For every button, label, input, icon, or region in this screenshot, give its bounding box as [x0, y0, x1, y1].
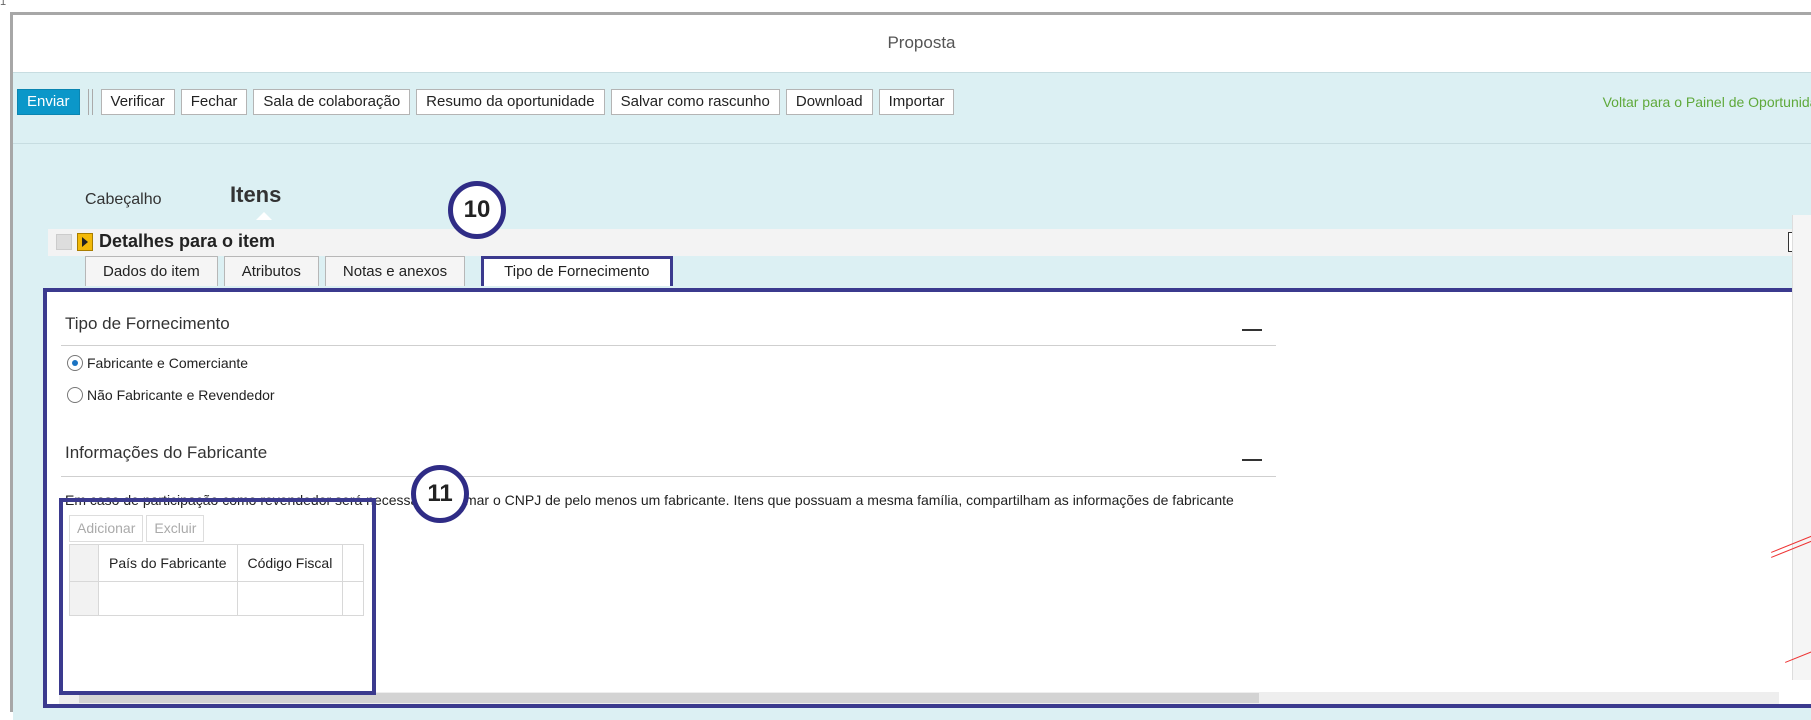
horizontal-scrollbar[interactable] [59, 692, 1779, 704]
row-selector[interactable] [69, 581, 99, 616]
tab-tipo-fornecimento[interactable]: Tipo de Fornecimento [481, 256, 673, 286]
active-tab-caret [256, 212, 272, 220]
vertical-scrollbar[interactable] [1792, 215, 1811, 680]
toolbar-divider [13, 143, 1811, 144]
excluir-button[interactable]: Excluir [146, 515, 205, 542]
column-codigo-fiscal[interactable]: Código Fiscal [236, 544, 344, 582]
sala-colaboracao-button[interactable]: Sala de colaboração [253, 89, 411, 115]
item-details-area: Detalhes para o item ✕ Dados do item Atr… [13, 220, 1811, 720]
manufacturer-table: País do Fabricante Código Fiscal [69, 544, 365, 616]
back-to-dashboard-link[interactable]: Voltar para o Painel de Oportunidades [1603, 94, 1811, 110]
row-selector-header[interactable] [69, 544, 99, 582]
previous-item-icon[interactable] [56, 234, 72, 250]
toolbar: Enviar Verificar Fechar Sala de colabora… [13, 72, 1811, 169]
verificar-button[interactable]: Verificar [100, 89, 175, 115]
tab-atributos[interactable]: Atributos [223, 256, 319, 286]
corner-mark: 1 [0, 0, 7, 8]
tab-cabecalho[interactable]: Cabeçalho [85, 191, 162, 209]
enviar-button[interactable]: Enviar [17, 89, 80, 115]
tab-dados-item[interactable]: Dados do item [85, 256, 218, 286]
title-bar: Proposta [13, 15, 1811, 72]
radio-fabricante[interactable] [67, 355, 83, 371]
radio-revendedor-label: Não Fabricante e Revendedor [87, 387, 275, 403]
callout-11: 11 [411, 465, 469, 523]
main-tabs: Cabeçalho Itens [13, 168, 1811, 221]
radio-fabricante-row[interactable]: Fabricante e Comerciante [67, 355, 248, 371]
table-cell[interactable] [98, 581, 238, 616]
table-cell[interactable] [236, 581, 344, 616]
manufacturer-section-title: Informações do Fabricante [65, 443, 268, 462]
table-header-row: País do Fabricante Código Fiscal [69, 544, 365, 582]
window-title: Proposta [887, 33, 956, 52]
next-item-icon[interactable] [77, 233, 93, 251]
salvar-rascunho-button[interactable]: Salvar como rascunho [610, 89, 780, 115]
tab-itens[interactable]: Itens [230, 182, 281, 208]
download-button[interactable]: Download [785, 89, 873, 115]
toolbar-separator [87, 89, 93, 115]
radio-fabricante-label: Fabricante e Comerciante [87, 355, 249, 371]
callout-10: 10 [448, 181, 506, 239]
proposal-window: Proposta Enviar Verificar Fechar Sala de… [10, 12, 1811, 720]
resumo-oportunidade-button[interactable]: Resumo da oportunidade [416, 89, 605, 115]
supply-type-panel: Tipo de Fornecimento Fabricante e Comerc… [43, 288, 1811, 708]
fechar-button[interactable]: Fechar [180, 89, 248, 115]
supply-divider [61, 345, 1276, 346]
manufacturer-divider [61, 476, 1276, 477]
details-title: Detalhes para o item [99, 231, 276, 251]
tab-notas-anexos[interactable]: Notas e anexos [324, 256, 466, 286]
table-cell [342, 581, 365, 616]
adicionar-button[interactable]: Adicionar [69, 515, 144, 542]
details-header: Detalhes para o item ✕ [48, 229, 1811, 256]
column-filler [342, 544, 365, 582]
collapse-supply-icon[interactable] [1242, 329, 1262, 331]
toolbar-buttons: Enviar Verificar Fechar Sala de colabora… [17, 89, 960, 115]
table-row[interactable] [69, 581, 365, 616]
manufacturer-actions: Adicionar Excluir [69, 515, 207, 542]
column-pais-fabricante[interactable]: País do Fabricante [98, 544, 238, 582]
collapse-manufacturer-icon[interactable] [1242, 459, 1262, 461]
details-tabs: Dados do item Atributos Notas e anexos T… [85, 256, 679, 286]
scrollbar-thumb[interactable] [79, 693, 1259, 703]
supply-section-title: Tipo de Fornecimento [65, 314, 230, 333]
importar-button[interactable]: Importar [878, 89, 955, 115]
radio-revendedor[interactable] [67, 387, 83, 403]
manufacturer-info-text: Em caso de participação como revendedor … [65, 492, 1234, 508]
radio-revendedor-row[interactable]: Não Fabricante e Revendedor [67, 387, 275, 403]
